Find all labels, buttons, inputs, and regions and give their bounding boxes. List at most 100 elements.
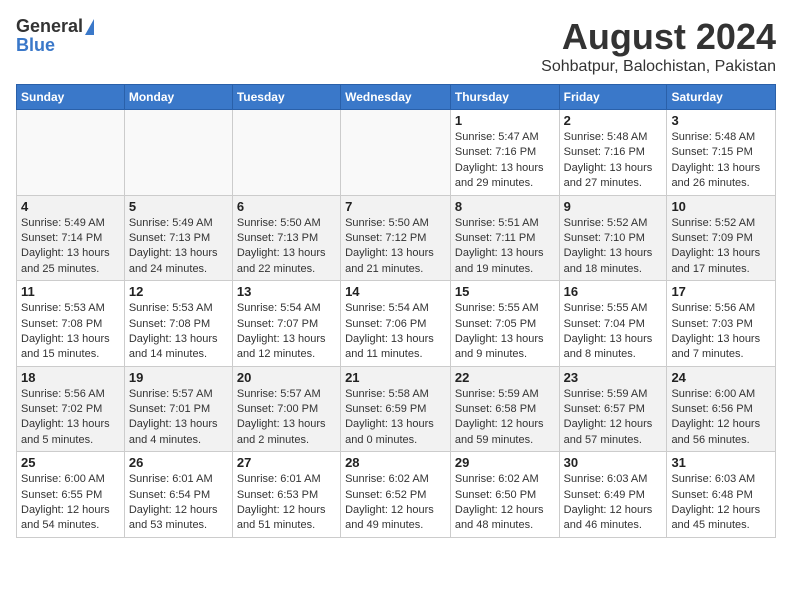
day-cell-1-2 (124, 110, 232, 196)
calendar-table: Sunday Monday Tuesday Wednesday Thursday… (16, 84, 776, 538)
day-info: Sunrise: 6:00 AMSunset: 6:55 PMDaylight:… (21, 472, 120, 534)
header-friday: Friday (559, 85, 667, 110)
day-cell-4-1: 18 Sunrise: 5:56 AMSunset: 7:02 PMDaylig… (17, 366, 125, 452)
day-cell-5-2: 26 Sunrise: 6:01 AMSunset: 6:54 PMDaylig… (124, 452, 232, 538)
day-cell-4-2: 19 Sunrise: 5:57 AMSunset: 7:01 PMDaylig… (124, 366, 232, 452)
day-cell-1-3 (232, 110, 340, 196)
day-number: 6 (237, 199, 336, 214)
day-number: 22 (455, 370, 555, 385)
day-info: Sunrise: 5:56 AMSunset: 7:02 PMDaylight:… (21, 387, 120, 449)
day-info: Sunrise: 5:58 AMSunset: 6:59 PMDaylight:… (345, 387, 446, 449)
day-cell-2-4: 7 Sunrise: 5:50 AMSunset: 7:12 PMDayligh… (341, 195, 451, 281)
day-number: 14 (345, 284, 446, 299)
day-number: 17 (671, 284, 771, 299)
header-thursday: Thursday (450, 85, 559, 110)
day-cell-3-1: 11 Sunrise: 5:53 AMSunset: 7:08 PMDaylig… (17, 281, 125, 367)
day-info: Sunrise: 5:50 AMSunset: 7:13 PMDaylight:… (237, 216, 336, 278)
day-number: 20 (237, 370, 336, 385)
day-number: 23 (564, 370, 663, 385)
day-info: Sunrise: 5:48 AMSunset: 7:15 PMDaylight:… (671, 130, 771, 192)
day-info: Sunrise: 5:52 AMSunset: 7:09 PMDaylight:… (671, 216, 771, 278)
day-cell-2-5: 8 Sunrise: 5:51 AMSunset: 7:11 PMDayligh… (450, 195, 559, 281)
day-number: 28 (345, 455, 446, 470)
day-number: 16 (564, 284, 663, 299)
day-number: 5 (129, 199, 228, 214)
day-info: Sunrise: 5:53 AMSunset: 7:08 PMDaylight:… (21, 301, 120, 363)
header-saturday: Saturday (667, 85, 776, 110)
day-info: Sunrise: 6:02 AMSunset: 6:52 PMDaylight:… (345, 472, 446, 534)
logo-blue-text: Blue (16, 35, 55, 56)
day-cell-5-6: 30 Sunrise: 6:03 AMSunset: 6:49 PMDaylig… (559, 452, 667, 538)
day-cell-3-2: 12 Sunrise: 5:53 AMSunset: 7:08 PMDaylig… (124, 281, 232, 367)
header-monday: Monday (124, 85, 232, 110)
day-number: 12 (129, 284, 228, 299)
day-number: 25 (21, 455, 120, 470)
day-number: 21 (345, 370, 446, 385)
day-number: 31 (671, 455, 771, 470)
day-info: Sunrise: 6:01 AMSunset: 6:54 PMDaylight:… (129, 472, 228, 534)
day-info: Sunrise: 6:03 AMSunset: 6:49 PMDaylight:… (564, 472, 663, 534)
page-title: August 2024 (541, 16, 776, 58)
day-number: 27 (237, 455, 336, 470)
day-cell-4-6: 23 Sunrise: 5:59 AMSunset: 6:57 PMDaylig… (559, 366, 667, 452)
day-cell-3-6: 16 Sunrise: 5:55 AMSunset: 7:04 PMDaylig… (559, 281, 667, 367)
day-number: 1 (455, 113, 555, 128)
week-row-1: 1 Sunrise: 5:47 AMSunset: 7:16 PMDayligh… (17, 110, 776, 196)
day-info: Sunrise: 5:55 AMSunset: 7:04 PMDaylight:… (564, 301, 663, 363)
day-info: Sunrise: 5:50 AMSunset: 7:12 PMDaylight:… (345, 216, 446, 278)
day-info: Sunrise: 5:59 AMSunset: 6:58 PMDaylight:… (455, 387, 555, 449)
page-subtitle: Sohbatpur, Balochistan, Pakistan (541, 58, 776, 76)
day-info: Sunrise: 5:54 AMSunset: 7:06 PMDaylight:… (345, 301, 446, 363)
day-number: 13 (237, 284, 336, 299)
day-number: 19 (129, 370, 228, 385)
day-cell-2-7: 10 Sunrise: 5:52 AMSunset: 7:09 PMDaylig… (667, 195, 776, 281)
day-number: 8 (455, 199, 555, 214)
day-cell-3-5: 15 Sunrise: 5:55 AMSunset: 7:05 PMDaylig… (450, 281, 559, 367)
title-block: August 2024 Sohbatpur, Balochistan, Paki… (541, 16, 776, 76)
day-info: Sunrise: 5:59 AMSunset: 6:57 PMDaylight:… (564, 387, 663, 449)
day-cell-4-5: 22 Sunrise: 5:59 AMSunset: 6:58 PMDaylig… (450, 366, 559, 452)
day-cell-2-1: 4 Sunrise: 5:49 AMSunset: 7:14 PMDayligh… (17, 195, 125, 281)
day-info: Sunrise: 5:54 AMSunset: 7:07 PMDaylight:… (237, 301, 336, 363)
day-cell-2-6: 9 Sunrise: 5:52 AMSunset: 7:10 PMDayligh… (559, 195, 667, 281)
week-row-3: 11 Sunrise: 5:53 AMSunset: 7:08 PMDaylig… (17, 281, 776, 367)
day-cell-1-4 (341, 110, 451, 196)
day-info: Sunrise: 5:49 AMSunset: 7:14 PMDaylight:… (21, 216, 120, 278)
day-info: Sunrise: 6:02 AMSunset: 6:50 PMDaylight:… (455, 472, 555, 534)
day-cell-4-3: 20 Sunrise: 5:57 AMSunset: 7:00 PMDaylig… (232, 366, 340, 452)
day-info: Sunrise: 5:57 AMSunset: 7:01 PMDaylight:… (129, 387, 228, 449)
day-number: 2 (564, 113, 663, 128)
logo-general-text: General (16, 16, 83, 37)
day-cell-1-6: 2 Sunrise: 5:48 AMSunset: 7:16 PMDayligh… (559, 110, 667, 196)
day-number: 9 (564, 199, 663, 214)
day-number: 24 (671, 370, 771, 385)
day-cell-1-7: 3 Sunrise: 5:48 AMSunset: 7:15 PMDayligh… (667, 110, 776, 196)
day-cell-5-5: 29 Sunrise: 6:02 AMSunset: 6:50 PMDaylig… (450, 452, 559, 538)
day-cell-2-2: 5 Sunrise: 5:49 AMSunset: 7:13 PMDayligh… (124, 195, 232, 281)
page-header: General Blue August 2024 Sohbatpur, Balo… (16, 16, 776, 76)
header-tuesday: Tuesday (232, 85, 340, 110)
day-info: Sunrise: 5:52 AMSunset: 7:10 PMDaylight:… (564, 216, 663, 278)
day-cell-5-3: 27 Sunrise: 6:01 AMSunset: 6:53 PMDaylig… (232, 452, 340, 538)
day-cell-1-1 (17, 110, 125, 196)
day-info: Sunrise: 5:49 AMSunset: 7:13 PMDaylight:… (129, 216, 228, 278)
day-number: 15 (455, 284, 555, 299)
day-info: Sunrise: 6:03 AMSunset: 6:48 PMDaylight:… (671, 472, 771, 534)
day-info: Sunrise: 5:56 AMSunset: 7:03 PMDaylight:… (671, 301, 771, 363)
day-info: Sunrise: 5:55 AMSunset: 7:05 PMDaylight:… (455, 301, 555, 363)
header-wednesday: Wednesday (341, 85, 451, 110)
day-info: Sunrise: 5:57 AMSunset: 7:00 PMDaylight:… (237, 387, 336, 449)
week-row-4: 18 Sunrise: 5:56 AMSunset: 7:02 PMDaylig… (17, 366, 776, 452)
day-info: Sunrise: 5:51 AMSunset: 7:11 PMDaylight:… (455, 216, 555, 278)
day-number: 29 (455, 455, 555, 470)
day-cell-2-3: 6 Sunrise: 5:50 AMSunset: 7:13 PMDayligh… (232, 195, 340, 281)
day-cell-1-5: 1 Sunrise: 5:47 AMSunset: 7:16 PMDayligh… (450, 110, 559, 196)
day-cell-3-4: 14 Sunrise: 5:54 AMSunset: 7:06 PMDaylig… (341, 281, 451, 367)
day-cell-4-7: 24 Sunrise: 6:00 AMSunset: 6:56 PMDaylig… (667, 366, 776, 452)
day-info: Sunrise: 5:48 AMSunset: 7:16 PMDaylight:… (564, 130, 663, 192)
logo-triangle-icon (85, 19, 94, 35)
header-sunday: Sunday (17, 85, 125, 110)
day-cell-4-4: 21 Sunrise: 5:58 AMSunset: 6:59 PMDaylig… (341, 366, 451, 452)
day-info: Sunrise: 6:01 AMSunset: 6:53 PMDaylight:… (237, 472, 336, 534)
day-number: 30 (564, 455, 663, 470)
